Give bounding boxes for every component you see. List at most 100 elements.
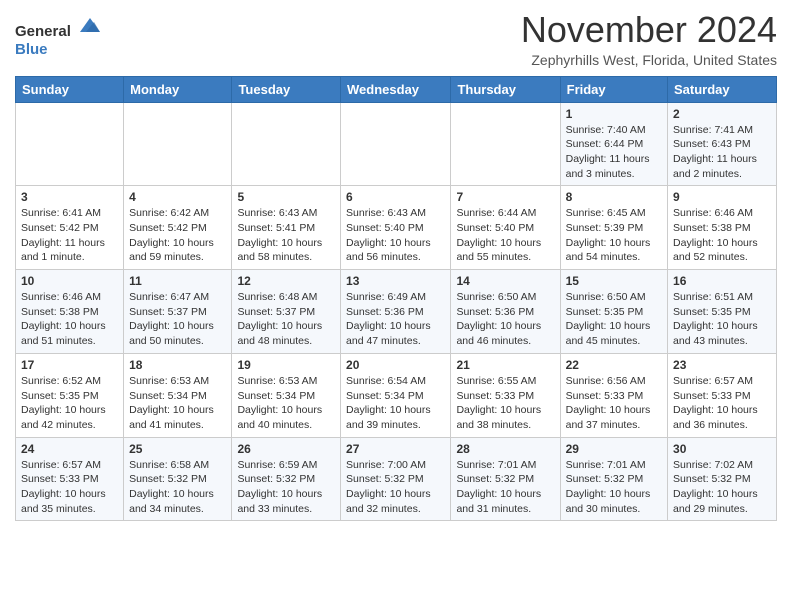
calendar-cell: 24 Sunrise: 6:57 AMSunset: 5:33 PMDayligh… (16, 437, 124, 521)
day-number: 15 (566, 274, 662, 288)
calendar-cell: 19 Sunrise: 6:53 AMSunset: 5:34 PMDayligh… (232, 353, 341, 437)
cell-content: Sunrise: 6:50 AMSunset: 5:35 PMDaylight:… (566, 290, 662, 349)
cell-content: Sunrise: 6:57 AMSunset: 5:33 PMDaylight:… (673, 374, 771, 433)
cell-content: Sunrise: 6:52 AMSunset: 5:35 PMDaylight:… (21, 374, 118, 433)
day-number: 23 (673, 358, 771, 372)
day-number: 16 (673, 274, 771, 288)
day-number: 14 (456, 274, 554, 288)
calendar-cell: 20 Sunrise: 6:54 AMSunset: 5:34 PMDayligh… (341, 353, 451, 437)
calendar-cell: 21 Sunrise: 6:55 AMSunset: 5:33 PMDayligh… (451, 353, 560, 437)
day-number: 24 (21, 442, 118, 456)
day-of-week-header: Sunday (16, 76, 124, 102)
calendar-cell (451, 102, 560, 186)
cell-content: Sunrise: 6:57 AMSunset: 5:33 PMDaylight:… (21, 458, 118, 517)
calendar-cell (232, 102, 341, 186)
calendar-cell: 10Sunrise: 6:46 AMSunset: 5:38 PMDayligh… (16, 270, 124, 354)
calendar-cell: 28Sunrise: 7:01 AMSunset: 5:32 PMDayligh… (451, 437, 560, 521)
day-number: 9 (673, 190, 771, 204)
cell-content: Sunrise: 6:53 AMSunset: 5:34 PMDaylight:… (129, 374, 226, 433)
day-number: 27 (346, 442, 445, 456)
day-number: 21 (456, 358, 554, 372)
calendar-week-row: 17 Sunrise: 6:52 AMSunset: 5:35 PMDayligh… (16, 353, 777, 437)
day-number: 4 (129, 190, 226, 204)
logo: General Blue (15, 14, 100, 59)
day-number: 13 (346, 274, 445, 288)
cell-content: Sunrise: 6:48 AMSunset: 5:37 PMDaylight:… (237, 290, 335, 349)
calendar-cell: 9Sunrise: 6:46 AMSunset: 5:38 PMDaylight… (668, 186, 777, 270)
title-area: November 2024 Zephyrhills West, Florida,… (521, 10, 777, 68)
cell-content: Sunrise: 6:58 AMSunset: 5:32 PMDaylight:… (129, 458, 226, 517)
calendar-cell: 14 Sunrise: 6:50 AMSunset: 5:36 PMDayligh… (451, 270, 560, 354)
cell-content: Sunrise: 6:43 AMSunset: 5:40 PMDaylight:… (346, 206, 445, 265)
calendar-cell: 5Sunrise: 6:43 AMSunset: 5:41 PMDaylight… (232, 186, 341, 270)
calendar-week-row: 24 Sunrise: 6:57 AMSunset: 5:33 PMDayligh… (16, 437, 777, 521)
calendar-cell: 12Sunrise: 6:48 AMSunset: 5:37 PMDayligh… (232, 270, 341, 354)
calendar-cell: 6 Sunrise: 6:43 AMSunset: 5:40 PMDaylight… (341, 186, 451, 270)
calendar-week-row: 1 Sunrise: 7:40 AMSunset: 6:44 PMDaylight… (16, 102, 777, 186)
calendar-cell: 17 Sunrise: 6:52 AMSunset: 5:35 PMDayligh… (16, 353, 124, 437)
cell-content: Sunrise: 7:41 AMSunset: 6:43 PMDaylight:… (673, 123, 771, 182)
calendar-cell: 13 Sunrise: 6:49 AMSunset: 5:36 PMDayligh… (341, 270, 451, 354)
day-number: 2 (673, 107, 771, 121)
cell-content: Sunrise: 6:49 AMSunset: 5:36 PMDaylight:… (346, 290, 445, 349)
cell-content: Sunrise: 6:59 AMSunset: 5:32 PMDaylight:… (237, 458, 335, 517)
cell-content: Sunrise: 6:42 AMSunset: 5:42 PMDaylight:… (129, 206, 226, 265)
calendar-cell: 23 Sunrise: 6:57 AMSunset: 5:33 PMDayligh… (668, 353, 777, 437)
day-of-week-header: Tuesday (232, 76, 341, 102)
calendar-header-row: SundayMondayTuesdayWednesdayThursdayFrid… (16, 76, 777, 102)
day-number: 6 (346, 190, 445, 204)
cell-content: Sunrise: 6:47 AMSunset: 5:37 PMDaylight:… (129, 290, 226, 349)
calendar-cell: 30 Sunrise: 7:02 AMSunset: 5:32 PMDayligh… (668, 437, 777, 521)
cell-content: Sunrise: 6:55 AMSunset: 5:33 PMDaylight:… (456, 374, 554, 433)
calendar-cell (16, 102, 124, 186)
cell-content: Sunrise: 6:45 AMSunset: 5:39 PMDaylight:… (566, 206, 662, 265)
logo-icon (78, 14, 100, 36)
day-of-week-header: Wednesday (341, 76, 451, 102)
calendar-cell: 1 Sunrise: 7:40 AMSunset: 6:44 PMDaylight… (560, 102, 667, 186)
calendar-cell: 15 Sunrise: 6:50 AMSunset: 5:35 PMDayligh… (560, 270, 667, 354)
month-title: November 2024 (521, 10, 777, 50)
cell-content: Sunrise: 7:01 AMSunset: 5:32 PMDaylight:… (566, 458, 662, 517)
day-number: 20 (346, 358, 445, 372)
calendar-cell: 18 Sunrise: 6:53 AMSunset: 5:34 PMDayligh… (124, 353, 232, 437)
day-number: 17 (21, 358, 118, 372)
day-of-week-header: Friday (560, 76, 667, 102)
calendar-cell: 16 Sunrise: 6:51 AMSunset: 5:35 PMDayligh… (668, 270, 777, 354)
day-number: 3 (21, 190, 118, 204)
cell-content: Sunrise: 6:54 AMSunset: 5:34 PMDaylight:… (346, 374, 445, 433)
cell-content: Sunrise: 6:53 AMSunset: 5:34 PMDaylight:… (237, 374, 335, 433)
calendar-cell: 7Sunrise: 6:44 AMSunset: 5:40 PMDaylight… (451, 186, 560, 270)
logo-general: General (15, 23, 71, 40)
day-of-week-header: Saturday (668, 76, 777, 102)
day-number: 1 (566, 107, 662, 121)
cell-content: Sunrise: 7:01 AMSunset: 5:32 PMDaylight:… (456, 458, 554, 517)
cell-content: Sunrise: 6:50 AMSunset: 5:36 PMDaylight:… (456, 290, 554, 349)
cell-content: Sunrise: 7:02 AMSunset: 5:32 PMDaylight:… (673, 458, 771, 517)
calendar-cell: 8 Sunrise: 6:45 AMSunset: 5:39 PMDaylight… (560, 186, 667, 270)
calendar-cell: 22Sunrise: 6:56 AMSunset: 5:33 PMDayligh… (560, 353, 667, 437)
calendar-week-row: 3 Sunrise: 6:41 AMSunset: 5:42 PMDaylight… (16, 186, 777, 270)
cell-content: Sunrise: 7:40 AMSunset: 6:44 PMDaylight:… (566, 123, 662, 182)
day-number: 25 (129, 442, 226, 456)
cell-content: Sunrise: 6:43 AMSunset: 5:41 PMDaylight:… (237, 206, 335, 265)
calendar-table: SundayMondayTuesdayWednesdayThursdayFrid… (15, 76, 777, 522)
cell-content: Sunrise: 7:00 AMSunset: 5:32 PMDaylight:… (346, 458, 445, 517)
day-number: 10 (21, 274, 118, 288)
day-number: 11 (129, 274, 226, 288)
logo-blue: Blue (15, 41, 48, 58)
cell-content: Sunrise: 6:41 AMSunset: 5:42 PMDaylight:… (21, 206, 118, 265)
calendar-cell: 25 Sunrise: 6:58 AMSunset: 5:32 PMDayligh… (124, 437, 232, 521)
day-number: 7 (456, 190, 554, 204)
day-number: 26 (237, 442, 335, 456)
header: General Blue November 2024 Zephyrhills W… (15, 10, 777, 68)
day-of-week-header: Thursday (451, 76, 560, 102)
cell-content: Sunrise: 6:51 AMSunset: 5:35 PMDaylight:… (673, 290, 771, 349)
calendar-cell: 26 Sunrise: 6:59 AMSunset: 5:32 PMDayligh… (232, 437, 341, 521)
calendar-week-row: 10Sunrise: 6:46 AMSunset: 5:38 PMDayligh… (16, 270, 777, 354)
day-number: 30 (673, 442, 771, 456)
calendar-cell: 11 Sunrise: 6:47 AMSunset: 5:37 PMDayligh… (124, 270, 232, 354)
calendar-cell: 3 Sunrise: 6:41 AMSunset: 5:42 PMDaylight… (16, 186, 124, 270)
day-number: 8 (566, 190, 662, 204)
day-number: 19 (237, 358, 335, 372)
day-number: 18 (129, 358, 226, 372)
